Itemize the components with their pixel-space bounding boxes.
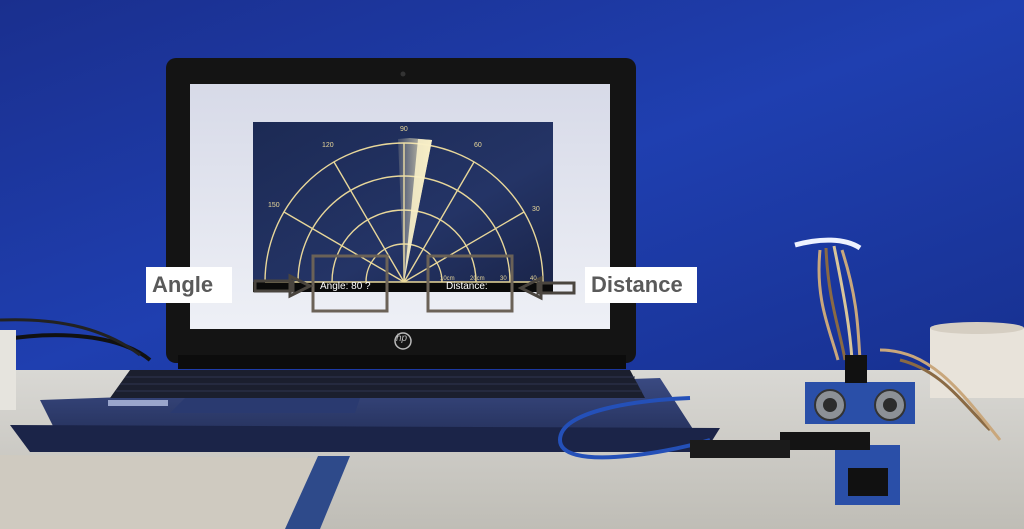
photo-scene: Angle: 80 ? Distance: 90 60 120 30 150 1… (0, 0, 1024, 529)
range-label-30: 30 (500, 276, 507, 282)
range-label-10: 10cm (440, 276, 455, 282)
range-label-20: 20cm (470, 276, 485, 282)
laptop-hinge (178, 355, 626, 369)
tick-label-30: 30 (532, 206, 540, 213)
distance-annotation-label: Distance (585, 267, 697, 303)
white-object-left (0, 330, 16, 410)
tick-label-90: 90 (400, 126, 408, 133)
webcam (400, 71, 406, 77)
tape-roll (930, 328, 1024, 398)
tick-label-150: 150 (268, 202, 280, 209)
paper-sheet (0, 455, 330, 529)
range-label-40: 40 (530, 276, 537, 282)
tick-label-60: 60 (474, 142, 482, 149)
scene-drawing (0, 0, 1024, 529)
angle-readout: Angle: 80 ? (320, 281, 371, 292)
laptop-front-edge (10, 425, 720, 452)
touchpad (170, 398, 360, 413)
hp-logo-text: hp (396, 333, 408, 344)
angle-annotation-label: Angle (146, 267, 232, 303)
tick-label-120: 120 (322, 142, 334, 149)
sticker (108, 400, 168, 406)
